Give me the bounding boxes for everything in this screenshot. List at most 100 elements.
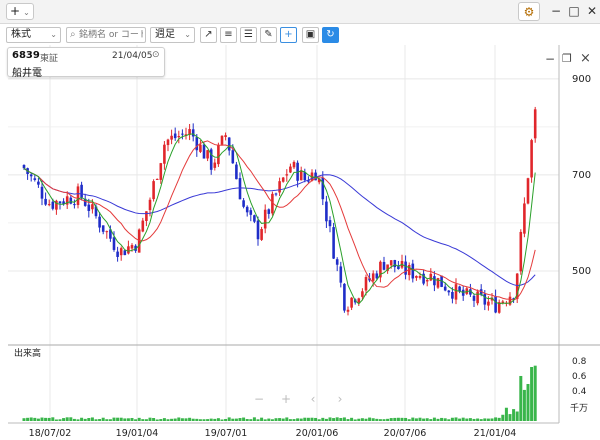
volume-bar xyxy=(36,418,40,421)
zoom-nav-button[interactable]: + xyxy=(281,392,291,406)
asset-type-select[interactable]: 株式 ⌄ xyxy=(6,27,61,43)
candle-down xyxy=(29,174,33,177)
symbol-search-input[interactable] xyxy=(79,28,143,42)
volume-bar xyxy=(134,419,138,421)
candle-down xyxy=(58,201,62,204)
volume-bar xyxy=(256,419,260,421)
candle-up xyxy=(206,150,209,159)
volume-bar xyxy=(260,417,264,421)
zoom-nav-button[interactable]: ‹ xyxy=(311,392,316,406)
candle-up xyxy=(148,199,152,211)
volume-bar xyxy=(353,419,357,421)
candle-down xyxy=(494,296,497,313)
volume-bar xyxy=(454,417,458,421)
volume-bar xyxy=(180,418,184,421)
volume-bar xyxy=(116,417,120,421)
volume-bar xyxy=(130,417,134,421)
volume-bar xyxy=(198,419,202,421)
volume-bar xyxy=(303,417,307,421)
volume-bar xyxy=(490,418,494,421)
time-axis-labels: 18/07/02 19/01/04 19/07/01 20/01/06 20/07/06… xyxy=(29,428,517,439)
volume-bar xyxy=(40,417,44,421)
candle-down xyxy=(328,220,332,227)
candle-down xyxy=(339,266,343,283)
symbol-info-box[interactable]: 6839 東証 21/04/05 ⊙ 船井電 xyxy=(7,47,165,79)
volume-bar xyxy=(213,418,217,421)
candle-down xyxy=(404,261,407,275)
plus-icon: + xyxy=(10,4,21,18)
stock-name: 船井電 xyxy=(12,68,42,79)
candle-up xyxy=(519,231,523,272)
candle-up xyxy=(371,273,375,281)
volume-bar xyxy=(342,417,346,421)
price-axis-labels: 500 700 900 xyxy=(572,74,591,277)
chevron-down-icon: ⌄ xyxy=(23,8,30,17)
volume-bar xyxy=(317,419,321,421)
period-select[interactable]: 週足 ⌄ xyxy=(150,27,195,43)
align-tool-button[interactable]: ☰ xyxy=(240,27,257,43)
volume-bar xyxy=(476,418,480,421)
candle-up xyxy=(299,170,303,181)
volume-bar xyxy=(332,418,336,421)
volume-bar xyxy=(508,414,512,421)
volume-bar xyxy=(378,419,382,421)
candle-up xyxy=(47,204,51,206)
volume-bar xyxy=(242,417,246,421)
price-chart[interactable]: 500 700 900 0.4 0.6 0.8 出来高 千万 − + ‹ › 18/07/02… xyxy=(0,45,600,440)
volume-bar xyxy=(396,417,400,421)
crosshair-tool-button[interactable]: + xyxy=(280,27,297,43)
volume-bar xyxy=(249,419,253,421)
volume-bar xyxy=(504,407,508,421)
candle-up xyxy=(130,245,134,249)
text-lines-icon: ≡ xyxy=(224,29,233,40)
volume-tick-label: 0.6 xyxy=(572,372,587,382)
screenshot-button[interactable]: ▣ xyxy=(302,27,319,43)
volume-bar xyxy=(94,419,98,421)
volume-bar xyxy=(206,419,210,421)
volume-bar xyxy=(450,417,454,421)
volume-bar xyxy=(425,418,429,421)
candle-down xyxy=(343,283,346,311)
volume-bar xyxy=(461,417,465,421)
volume-bar xyxy=(238,418,242,421)
volume-bar xyxy=(148,417,152,421)
trend-line-tool-button[interactable]: ↗ xyxy=(200,27,217,43)
volume-bar xyxy=(447,419,451,421)
candle-down xyxy=(443,286,447,291)
volume-bar xyxy=(274,418,278,421)
volume-bar xyxy=(530,366,534,421)
zoom-nav-button[interactable]: › xyxy=(338,392,343,406)
volume-bar xyxy=(101,417,105,421)
candle-up xyxy=(281,177,285,182)
candle-up xyxy=(152,181,155,200)
add-tab-button[interactable]: + ⌄ xyxy=(6,3,34,20)
candle-up xyxy=(389,260,393,266)
volume-bar xyxy=(245,419,249,421)
volume-bar xyxy=(76,419,80,421)
draw-tool-button[interactable]: ✎ xyxy=(260,27,277,43)
gear-icon: ⚙ xyxy=(523,5,535,19)
volume-bar xyxy=(479,419,483,421)
asset-type-value: 株式 xyxy=(11,29,31,40)
candle-up xyxy=(285,174,289,176)
volume-bar xyxy=(339,417,343,421)
window-close-button[interactable]: ✕ xyxy=(581,2,600,21)
volume-bar xyxy=(119,417,123,421)
volume-bar xyxy=(306,417,310,421)
title-bar: + ⌄ ⚙ − □ ✕ xyxy=(0,0,600,24)
chevron-down-icon: ⌄ xyxy=(50,30,57,39)
volume-bar xyxy=(216,418,220,421)
settings-button[interactable]: ⚙ xyxy=(518,2,540,21)
candle-up xyxy=(199,144,202,152)
time-tick-label: 19/01/04 xyxy=(116,428,159,439)
collapse-icon[interactable]: ⊙ xyxy=(152,50,160,60)
zoom-nav-button[interactable]: − xyxy=(254,392,264,406)
volume-bar xyxy=(346,419,350,421)
symbol-search[interactable]: ⌕ xyxy=(66,27,146,43)
text-tool-button[interactable]: ≡ xyxy=(220,27,237,43)
search-icon: ⌕ xyxy=(70,29,76,40)
candle-down xyxy=(195,137,199,151)
period-value: 週足 xyxy=(155,29,175,40)
refresh-button[interactable]: ↻ xyxy=(322,27,339,43)
candle-up xyxy=(141,220,145,232)
